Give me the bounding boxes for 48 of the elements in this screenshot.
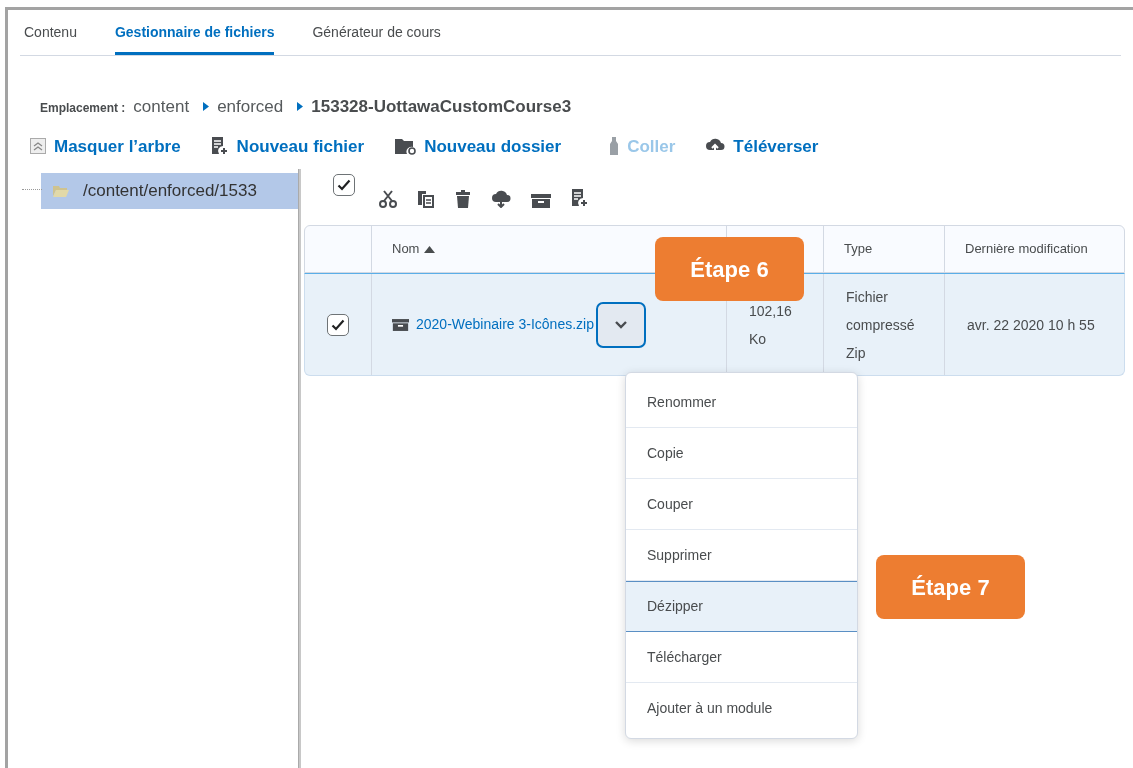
- new-file-icon[interactable]: [571, 188, 589, 208]
- step-callout: Étape 7: [876, 555, 1025, 619]
- trash-icon[interactable]: [455, 190, 471, 208]
- file-link[interactable]: 2020-Webinaire 3-Icônes.zip: [416, 314, 594, 335]
- table-cell-text: Fichier compressé Zip: [846, 287, 916, 363]
- sort-ascending-icon: [424, 245, 436, 253]
- column-header[interactable]: Type: [844, 239, 873, 259]
- checkbox[interactable]: [333, 174, 355, 196]
- checkbox[interactable]: [327, 313, 349, 336]
- checkmark-icon: [331, 318, 345, 331]
- tab[interactable]: Contenu: [24, 10, 77, 55]
- step-callout: Étape 6: [655, 237, 804, 301]
- caret-icon: [203, 102, 210, 112]
- caret-icon: [297, 102, 304, 112]
- breadcrumb-link[interactable]: enforced: [217, 94, 284, 120]
- new-file-icon: [210, 136, 229, 157]
- menu-item[interactable]: Ajouter à un module: [626, 683, 857, 734]
- archive-icon: [392, 318, 409, 331]
- checkmark-icon: [337, 179, 351, 191]
- table-cell-text: avr. 22 2020 10 h 55: [967, 315, 1095, 335]
- chevron-down-icon: [613, 320, 628, 329]
- table-cell-text: 102,16 Ko: [749, 301, 793, 349]
- tree-item[interactable]: /content/enforced/1533: [41, 173, 298, 209]
- new-folder-icon: [394, 137, 417, 156]
- menu-item[interactable]: Télécharger: [626, 632, 857, 683]
- location-label: Emplacement :: [40, 100, 126, 117]
- cut-icon[interactable]: [379, 190, 397, 208]
- menu-item[interactable]: Dézipper: [626, 581, 857, 632]
- menu-item[interactable]: Couper: [626, 479, 857, 530]
- menu-item[interactable]: Renommer: [626, 377, 857, 428]
- tab[interactable]: Générateur de cours: [312, 10, 441, 55]
- tab[interactable]: Gestionnaire de fichiers: [114, 10, 275, 55]
- menu-item[interactable]: Copie: [626, 428, 857, 479]
- breadcrumb-link[interactable]: 153328-UottawaCustomCourse3: [311, 94, 572, 120]
- column-header[interactable]: Nom: [392, 239, 420, 259]
- folder-icon: [53, 185, 69, 197]
- column-header[interactable]: Dernière modification: [965, 239, 1088, 259]
- collapse-button[interactable]: Masquer l’arbre: [30, 133, 181, 159]
- upload-button[interactable]: Téléverser: [705, 133, 819, 159]
- copy-icon[interactable]: [417, 190, 435, 208]
- dropdown-button[interactable]: [595, 301, 646, 348]
- collapse-icon: [30, 138, 46, 155]
- new-folder-button[interactable]: Nouveau dossier: [394, 133, 562, 159]
- upload-icon[interactable]: [491, 190, 511, 208]
- breadcrumb-link[interactable]: content: [133, 94, 190, 120]
- new-file-button[interactable]: Nouveau fichier: [210, 133, 365, 159]
- paste-icon: [609, 136, 620, 157]
- archive-icon[interactable]: [531, 194, 551, 208]
